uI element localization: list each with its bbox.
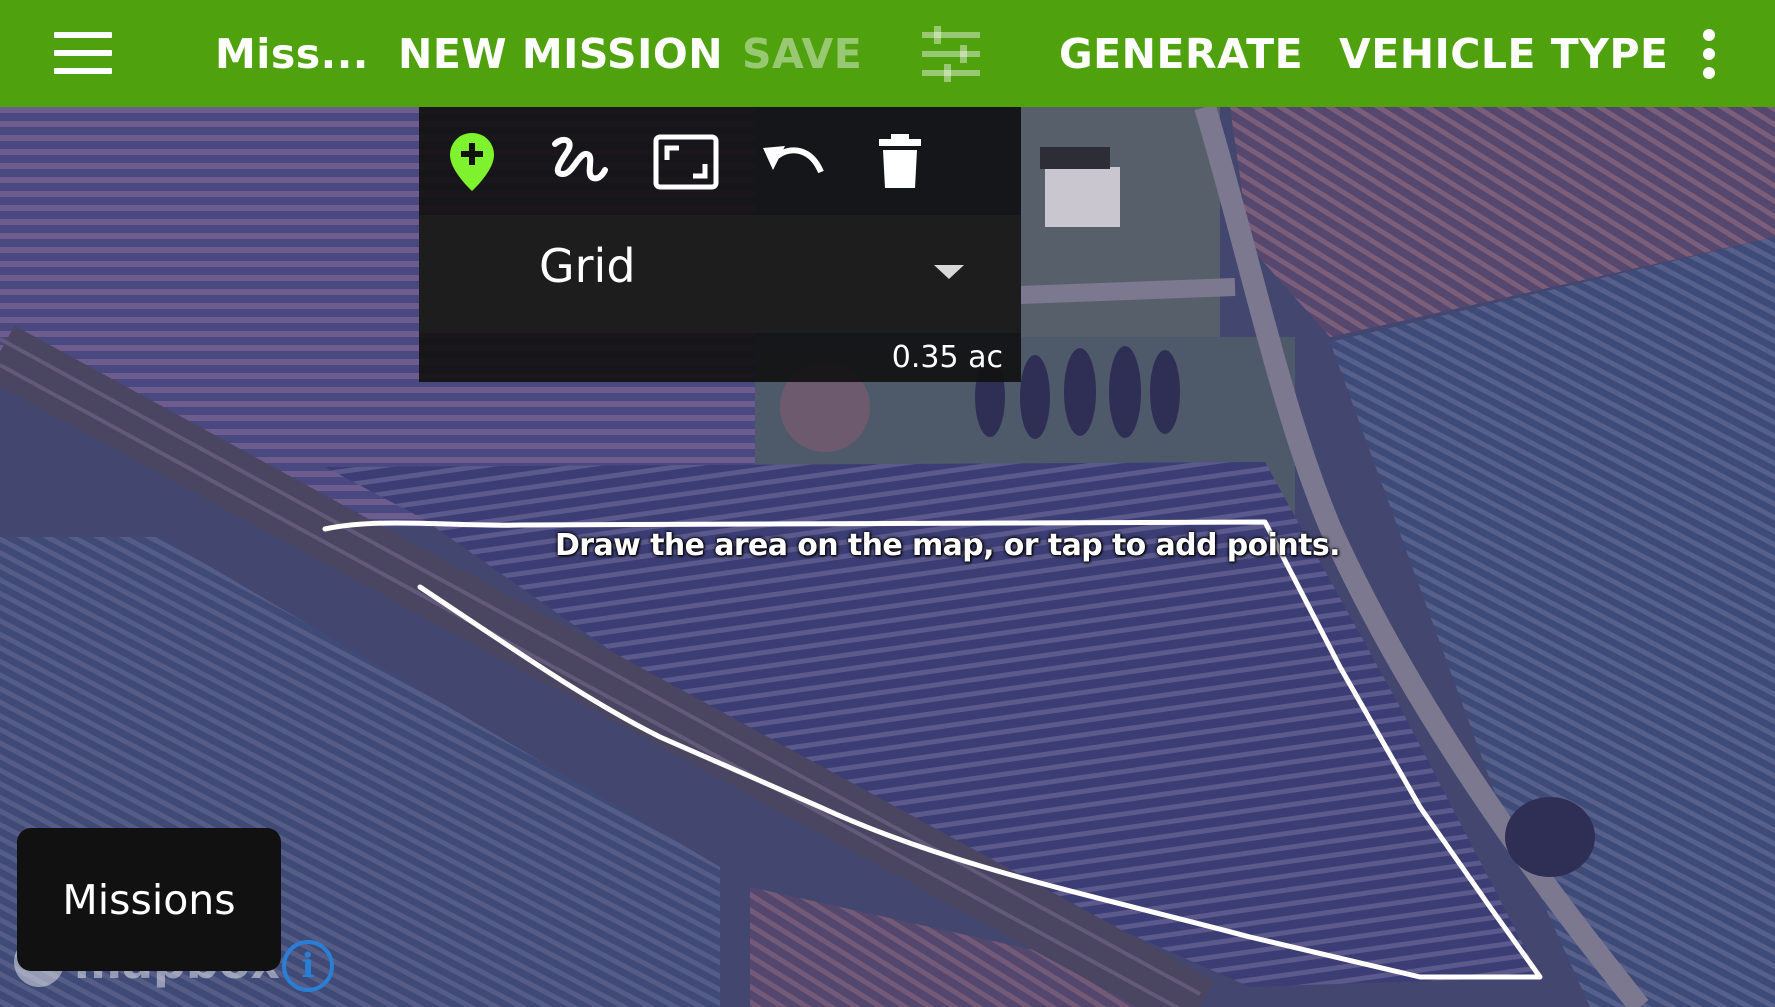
- drawing-tool-panel: Grid 0.35 ac: [419, 107, 1021, 382]
- pattern-select-value: Grid: [539, 239, 636, 293]
- new-mission-button[interactable]: NEW MISSION: [398, 0, 723, 107]
- tune-icon[interactable]: [922, 0, 980, 107]
- freehand-draw-icon[interactable]: [546, 129, 612, 195]
- draw-hint-text: Draw the area on the map, or tap to add …: [555, 528, 1341, 563]
- app-bar: Miss... NEW MISSION SAVE GENERATE VEHICL…: [0, 0, 1775, 107]
- delete-icon[interactable]: [867, 129, 933, 195]
- generate-button[interactable]: GENERATE: [1059, 0, 1303, 107]
- drawing-toolbar: [419, 107, 1021, 215]
- hamburger-menu-icon[interactable]: [54, 0, 112, 107]
- pattern-select[interactable]: Grid: [419, 215, 1021, 333]
- vehicle-type-button[interactable]: VEHICLE TYPE: [1339, 0, 1669, 107]
- undo-icon[interactable]: [760, 129, 826, 195]
- fit-to-screen-icon[interactable]: [653, 129, 719, 195]
- missions-button[interactable]: Missions: [17, 828, 281, 971]
- more-vert-icon[interactable]: [1702, 0, 1716, 107]
- add-location-icon[interactable]: [439, 129, 505, 195]
- info-icon[interactable]: i: [282, 940, 334, 992]
- chevron-down-icon: [934, 265, 964, 279]
- area-readout: 0.35 ac: [891, 340, 1003, 375]
- mission-title[interactable]: Miss...: [215, 0, 369, 107]
- save-button[interactable]: SAVE: [742, 0, 862, 107]
